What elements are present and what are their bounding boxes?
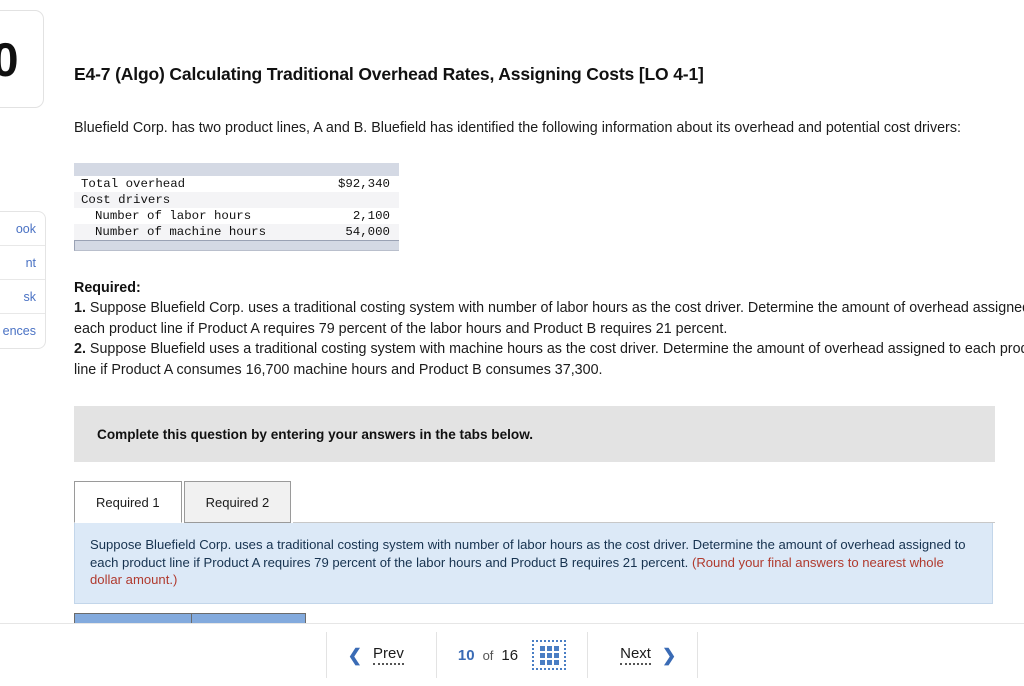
table-cell-value — [321, 192, 399, 208]
grid-square — [553, 652, 559, 658]
table-row: Total overhead $92,340 — [74, 175, 399, 192]
table-cell-label: Cost drivers — [81, 192, 171, 207]
required-item-2-text: Suppose Bluefield uses a traditional cos… — [74, 341, 1024, 378]
prev-button-label: Prev — [373, 645, 404, 665]
tool-references[interactable]: ences — [0, 314, 45, 348]
prev-button[interactable]: ❮ Prev — [327, 632, 436, 678]
table-body: Total overhead $92,340 Cost drivers Numb… — [74, 175, 399, 240]
required-item-1: 1. Suppose Bluefield Corp. uses a tradit… — [74, 298, 1024, 339]
table-cell-label: Number of labor hours — [95, 208, 252, 223]
table-footer-bar — [74, 239, 399, 251]
required-item-1-text: Suppose Bluefield Corp. uses a tradition… — [74, 300, 1024, 337]
current-page-number: 10 — [457, 646, 475, 664]
required-item-1-number: 1. — [74, 300, 86, 316]
left-tool-rail: ook nt sk ences — [0, 211, 46, 349]
table-header-bar — [74, 162, 399, 176]
grid-square — [539, 652, 545, 658]
complete-question-text: Complete this question by entering your … — [97, 426, 534, 442]
tool-print[interactable]: nt — [0, 246, 45, 280]
total-page-count: 16 — [501, 646, 519, 664]
table-cell-label: Total overhead — [81, 176, 186, 191]
grid-square — [539, 659, 545, 665]
complete-question-banner: Complete this question by entering your … — [74, 406, 995, 462]
bottom-navigation-inner: ❮ Prev 10 of 16 Next ❯ — [325, 632, 699, 678]
page-title: E4-7 (Algo) Calculating Traditional Over… — [74, 64, 704, 84]
table-cell-value: $92,340 — [337, 176, 390, 191]
tab-filler — [293, 481, 995, 523]
required-section: Required: 1. Suppose Bluefield Corp. use… — [74, 278, 1024, 381]
answer-tabs: Required 1 Required 2 — [74, 481, 995, 523]
table-cell-label: Number of machine hours — [95, 224, 267, 239]
tool-ask[interactable]: sk — [0, 280, 45, 314]
table-cell-value: 54,000 — [345, 224, 390, 239]
chevron-right-icon: ❯ — [661, 645, 677, 665]
tab-required-2[interactable]: Required 2 — [183, 481, 292, 523]
tab-instruction-panel: Suppose Bluefield Corp. uses a tradition… — [74, 523, 993, 604]
required-item-2: 2. Suppose Bluefield uses a traditional … — [74, 339, 1024, 380]
table-row: Number of machine hours 54,000 — [74, 223, 399, 240]
question-content: E4-7 (Algo) Calculating Traditional Over… — [74, 0, 1024, 627]
question-counter-value: 0 — [0, 32, 19, 86]
required-heading: Required: — [74, 279, 141, 296]
overhead-data-table: Total overhead $92,340 Cost drivers Numb… — [74, 162, 399, 251]
bottom-navigation-bar: ❮ Prev 10 of 16 Next ❯ — [0, 623, 1024, 686]
grid-square — [553, 645, 559, 651]
question-counter-card: 0 — [0, 10, 44, 108]
page-of-label: of — [482, 647, 494, 663]
grid-square — [546, 652, 552, 658]
grid-square — [546, 645, 552, 651]
table-cell-value: 2,100 — [352, 208, 390, 223]
required-item-2-number: 2. — [74, 341, 86, 357]
next-button-label: Next — [620, 645, 651, 665]
grid-3x3-icon[interactable] — [532, 640, 567, 670]
next-button[interactable]: Next ❯ — [588, 632, 697, 678]
grid-square — [553, 659, 559, 665]
grid-square — [546, 659, 552, 665]
grid-square — [539, 645, 545, 651]
chevron-left-icon: ❮ — [347, 645, 363, 665]
grid-squares — [539, 645, 559, 665]
tool-ebook[interactable]: ook — [0, 212, 45, 246]
table-row: Number of labor hours 2,100 — [74, 207, 399, 224]
question-intro-text: Bluefield Corp. has two product lines, A… — [74, 120, 961, 136]
nav-divider — [697, 632, 699, 678]
table-row: Cost drivers — [74, 191, 399, 208]
page-indicator: 10 of 16 — [437, 632, 587, 678]
tab-required-1[interactable]: Required 1 — [74, 481, 182, 523]
